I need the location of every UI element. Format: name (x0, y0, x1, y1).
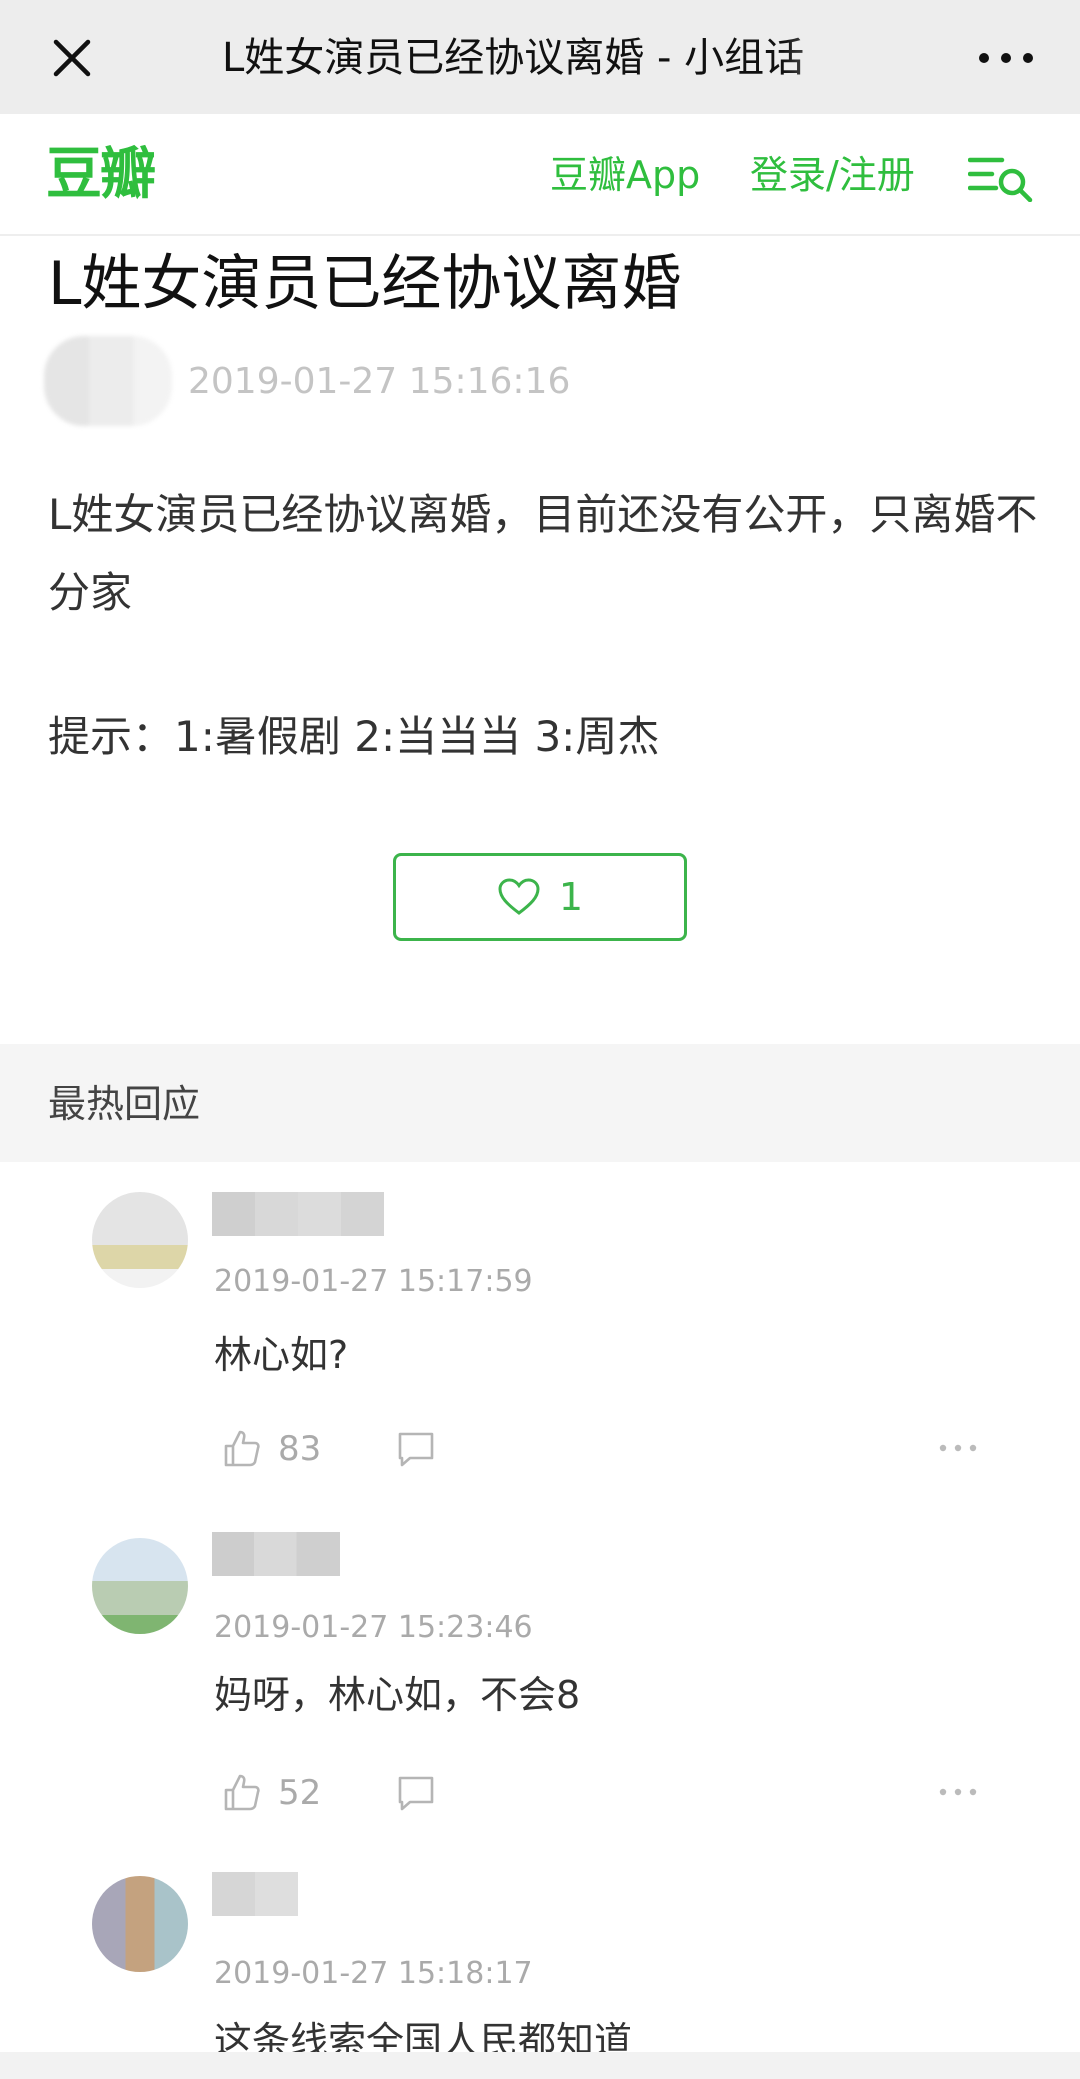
avatar[interactable] (92, 1192, 188, 1288)
hot-replies-header: 最热回应 (0, 1044, 1080, 1162)
post-title: L姓女演员已经协议离婚 (48, 249, 682, 319)
more-horizontal-icon[interactable] (938, 1782, 978, 1802)
login-register-link[interactable]: 登录/注册 (750, 150, 915, 200)
heart-icon (498, 878, 540, 915)
browser-top-bar: L姓女演员已经协议离婚 - 小组话 (0, 0, 1080, 114)
comment-time: 2019-01-27 15:17:59 (214, 1264, 533, 1299)
comment-bubble-icon[interactable] (396, 1430, 436, 1468)
comment-like-count: 52 (278, 1773, 322, 1813)
comment-username[interactable] (212, 1872, 298, 1916)
comment-time: 2019-01-27 15:23:46 (214, 1610, 533, 1645)
comment-actions: 83 (222, 1424, 1002, 1474)
comment-bubble-icon[interactable] (396, 1774, 436, 1812)
comment-text: 妈呀，林心如，不会8 (214, 1673, 581, 1717)
post-time: 2019-01-27 15:16:16 (188, 361, 571, 402)
page-title: L姓女演员已经协议离婚 - 小组话 (222, 35, 805, 81)
thumbs-up-icon[interactable] (222, 1772, 262, 1812)
post-hint: 提示：1:暑假剧 2:当当当 3:周杰 (48, 712, 660, 761)
comment-actions: 52 (222, 1768, 1002, 1818)
comment-like-count: 83 (278, 1429, 322, 1469)
comment-text: 林心如? (214, 1333, 349, 1377)
comment-time: 2019-01-27 15:18:17 (214, 1956, 533, 1991)
comment-username[interactable] (212, 1192, 384, 1236)
avatar[interactable] (92, 1876, 188, 1972)
hot-replies-title: 最热回应 (48, 1082, 201, 1126)
bottom-bar (0, 2052, 1080, 2079)
avatar[interactable] (92, 1538, 188, 1634)
post-body: L姓女演员已经协议离婚，目前还没有公开，只离婚不分家 (48, 490, 1038, 617)
comment-username[interactable] (212, 1532, 340, 1576)
more-horizontal-icon[interactable] (976, 40, 1036, 76)
like-count: 1 (558, 875, 584, 919)
menu-search-icon[interactable] (968, 154, 1034, 202)
thumbs-up-icon[interactable] (222, 1428, 262, 1468)
douban-logo[interactable]: 豆瓣 (46, 140, 156, 210)
like-button[interactable]: 1 (393, 853, 687, 941)
close-icon[interactable] (48, 34, 96, 82)
douban-app-link[interactable]: 豆瓣App (550, 150, 700, 200)
author-avatar[interactable] (44, 336, 172, 426)
site-header: 豆瓣 豆瓣App 登录/注册 (0, 114, 1080, 236)
more-horizontal-icon[interactable] (938, 1438, 978, 1458)
